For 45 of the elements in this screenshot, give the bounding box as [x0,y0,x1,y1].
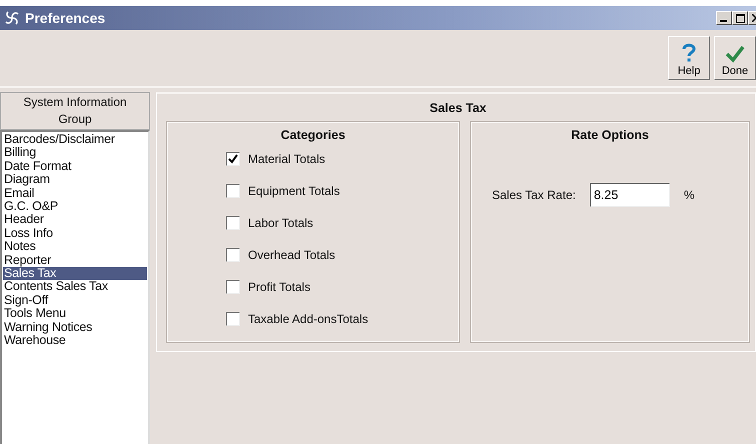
checkbox[interactable] [226,280,240,294]
list-item[interactable]: Contents Sales Tax [3,280,147,294]
checkbox-label: Labor Totals [248,215,314,232]
checkbox-label: Profit Totals [248,279,310,296]
checkbox-label: Equipment Totals [248,183,340,200]
list-item[interactable]: Notes [3,240,147,254]
minimize-button[interactable] [716,11,732,25]
list-item[interactable]: Warehouse [3,334,147,348]
list-item[interactable]: Barcodes/Disclaimer [3,133,147,146]
checkmark-icon [228,154,238,164]
maximize-button[interactable] [732,11,748,25]
list-item[interactable]: Reporter [3,254,147,268]
checkbox[interactable] [226,312,240,326]
checkbox-label: Material Totals [248,151,326,168]
list-item[interactable]: Email [3,186,147,200]
checkbox[interactable] [226,216,240,230]
list-item[interactable]: Header [3,213,147,227]
sales-tax-rate-field[interactable]: 8.25 [590,183,670,207]
list-header: System Information Group [0,92,150,130]
list-item[interactable]: Diagram [3,173,147,187]
list-item[interactable]: Billing [3,146,147,160]
list-item[interactable]: Sign-Off [3,294,147,308]
help-button[interactable]: Help [668,36,710,80]
checkbox[interactable] [226,152,240,166]
list-item[interactable]: Loss Info [3,226,147,240]
checkbox-label: Taxable Add-onsTotals [248,311,368,328]
checkbox[interactable] [226,248,240,262]
app-logo-icon [4,10,20,26]
group-title: Rate Options [570,127,650,143]
list-item[interactable]: Tools Menu [3,307,147,321]
maximize-icon [736,14,744,22]
list-item[interactable]: G.C. O&P [3,200,147,214]
done-button[interactable]: Done [714,36,756,80]
panel-title: Sales Tax [428,100,488,116]
question-mark-icon [682,42,696,63]
window-title: Preferences [25,8,106,28]
group-title: Categories [280,127,346,143]
checkmark-icon [725,44,745,63]
list-item[interactable]: Date Format [3,160,147,174]
checkbox-label: Overhead Totals [248,247,336,264]
list-item[interactable]: Warning Notices [3,320,147,334]
list-item[interactable]: Sales Tax [3,267,147,280]
unit-label: % [684,187,694,204]
field-label: Sales Tax Rate: [492,187,576,204]
checkbox[interactable] [226,184,240,198]
